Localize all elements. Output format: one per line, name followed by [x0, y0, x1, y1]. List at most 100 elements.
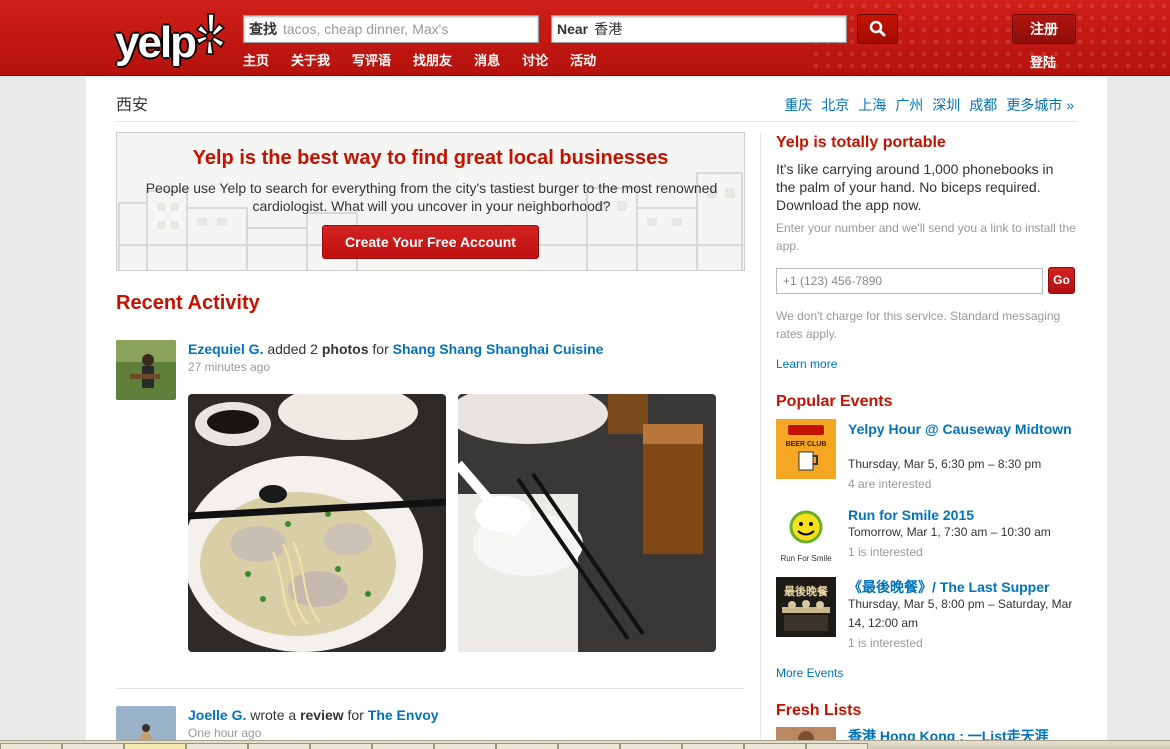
business-link[interactable]: Shang Shang Shanghai Cuisine [393, 341, 604, 357]
nav-about-me[interactable]: 关于我 [291, 50, 330, 69]
event-interested: 1 is interested [848, 545, 923, 559]
create-account-button[interactable]: Create Your Free Account [322, 225, 539, 259]
activity-time: 27 minutes ago [188, 360, 271, 374]
city-link-chengdu[interactable]: 成都 [969, 95, 997, 115]
svg-text:Run For Smile: Run For Smile [780, 554, 832, 563]
recent-activity-heading: Recent Activity [116, 292, 260, 314]
os-taskbar [0, 740, 1170, 749]
activity-line: Ezequiel G. added 2 photos for Shang Sha… [188, 341, 603, 357]
app-promo-title: Yelp is totally portable [776, 134, 946, 151]
activity-line: Joelle G. wrote a review for The Envoy [188, 707, 439, 723]
taskbar-item[interactable] [620, 743, 682, 749]
divider [116, 688, 745, 689]
burst-icon [194, 13, 226, 55]
nav-write-review[interactable]: 写评语 [352, 50, 391, 69]
activity-time: One hour ago [188, 726, 262, 740]
business-link[interactable]: The Envoy [368, 707, 439, 723]
signup-promo: Yelp is the best way to find great local… [116, 132, 745, 271]
food-photo[interactable] [188, 394, 446, 652]
svg-text:最後晚餐: 最後晚餐 [784, 584, 829, 598]
top-nav: 主页 关于我 写评语 找朋友 消息 讨论 活动 [243, 50, 618, 69]
nav-messages[interactable]: 消息 [474, 50, 500, 69]
city-link-beijing[interactable]: 北京 [821, 95, 849, 115]
event-image[interactable]: BEER CLUB [776, 419, 836, 479]
nav-find-friends[interactable]: 找朋友 [413, 50, 452, 69]
taskbar-item[interactable] [372, 743, 434, 749]
user-photo [116, 340, 176, 400]
taskbar-item[interactable] [310, 743, 372, 749]
near-label: Near [557, 21, 589, 37]
nav-talk[interactable]: 讨论 [522, 50, 548, 69]
promo-text: People use Yelp to search for everything… [145, 180, 718, 214]
taskbar-item[interactable] [62, 743, 124, 749]
beer-club-badge: BEER CLUB [776, 419, 836, 479]
event-title[interactable]: Run for Smile 2015 [848, 506, 1073, 524]
more-events-link[interactable]: More Events [776, 666, 843, 680]
city-link-shenzhen[interactable]: 深圳 [932, 95, 960, 115]
taskbar-item[interactable] [248, 743, 310, 749]
user-link[interactable]: Joelle G. [188, 707, 246, 723]
go-button[interactable]: Go [1048, 267, 1075, 294]
promo-title: Yelp is the best way to find great local… [192, 147, 669, 169]
city-link-guangzhou[interactable]: 广州 [895, 95, 923, 115]
app-promo-text: It's like carrying around 1,000 phoneboo… [776, 161, 1054, 213]
action-object: review [300, 707, 344, 723]
fresh-lists-title: Fresh Lists [776, 702, 862, 719]
city-link-more[interactable]: 更多城市 » [1006, 95, 1074, 115]
phone-number-input[interactable]: +1 (123) 456-7890 [776, 268, 1043, 294]
event-image[interactable]: 最後晚餐 [776, 577, 836, 637]
event-image[interactable]: Run For Smile [776, 505, 836, 565]
popular-events-title: Popular Events [776, 393, 893, 410]
action-text: added 2 [267, 341, 318, 357]
wonton-noodle-photo [188, 394, 446, 652]
event-time: Tomorrow, Mar 1, 7:30 am – 10:30 am [848, 525, 1051, 539]
learn-more-link[interactable]: Learn more [776, 357, 837, 371]
column-divider [760, 132, 761, 749]
taskbar-item[interactable] [558, 743, 620, 749]
app-promo-note: Enter your number and we'll send you a l… [776, 221, 1076, 253]
search-button[interactable] [857, 14, 898, 44]
find-label: 查找 [249, 21, 277, 37]
action-object: photos [321, 341, 369, 357]
action-connector: for [347, 707, 364, 723]
nav-events[interactable]: 活动 [570, 50, 596, 69]
taskbar-item[interactable] [496, 743, 558, 749]
divider [116, 121, 1077, 122]
event-title[interactable]: 《最後晚餐》/ The Last Supper [848, 578, 1073, 596]
sms-disclaimer: We don't charge for this service. Standa… [776, 309, 1061, 341]
yelp-logo[interactable]: yelp [115, 8, 230, 67]
action-text: wrote a [250, 707, 297, 723]
find-input[interactable]: 查找 tacos, cheap dinner, Max's [243, 15, 539, 43]
taskbar-item[interactable] [806, 743, 868, 749]
nav-home[interactable]: 主页 [243, 50, 269, 69]
svg-text:BEER CLUB: BEER CLUB [786, 441, 827, 448]
smile-run-logo: Run For Smile [776, 505, 836, 565]
list-image[interactable] [776, 727, 836, 740]
login-link[interactable]: 登陆 [1030, 52, 1056, 71]
city-link-shanghai[interactable]: 上海 [858, 95, 886, 115]
event-interested: 1 is interested [848, 636, 923, 650]
current-city: 西安 [116, 97, 149, 114]
avatar[interactable] [116, 340, 176, 400]
taskbar-item[interactable] [124, 743, 186, 749]
event-title[interactable]: Yelpy Hour @ Causeway Midtown [848, 420, 1073, 438]
find-placeholder: tacos, cheap dinner, Max's [283, 21, 449, 37]
user-link[interactable]: Ezequiel G. [188, 341, 263, 357]
search-icon [869, 20, 886, 37]
event-interested: 4 are interested [848, 477, 932, 491]
list-thumbnail [776, 727, 836, 740]
food-photo[interactable] [458, 394, 716, 652]
spoon-tea-photo [458, 394, 716, 652]
city-links: 重庆 北京 上海 广州 深圳 成都 更多城市 » [784, 95, 1074, 115]
action-connector: for [372, 341, 389, 357]
taskbar-item[interactable] [682, 743, 744, 749]
taskbar-item[interactable] [186, 743, 248, 749]
taskbar-item[interactable] [744, 743, 806, 749]
taskbar-item[interactable] [0, 743, 62, 749]
signup-button[interactable]: 注册 [1012, 14, 1076, 44]
taskbar-item[interactable] [434, 743, 496, 749]
city-link-chongqing[interactable]: 重庆 [784, 95, 812, 115]
near-input[interactable]: Near 香港 [551, 15, 847, 43]
top-header: yelp 查找 tacos, cheap dinner, Max's Near 香港… [0, 0, 1170, 76]
logo-wordmark: yelp [115, 18, 197, 67]
